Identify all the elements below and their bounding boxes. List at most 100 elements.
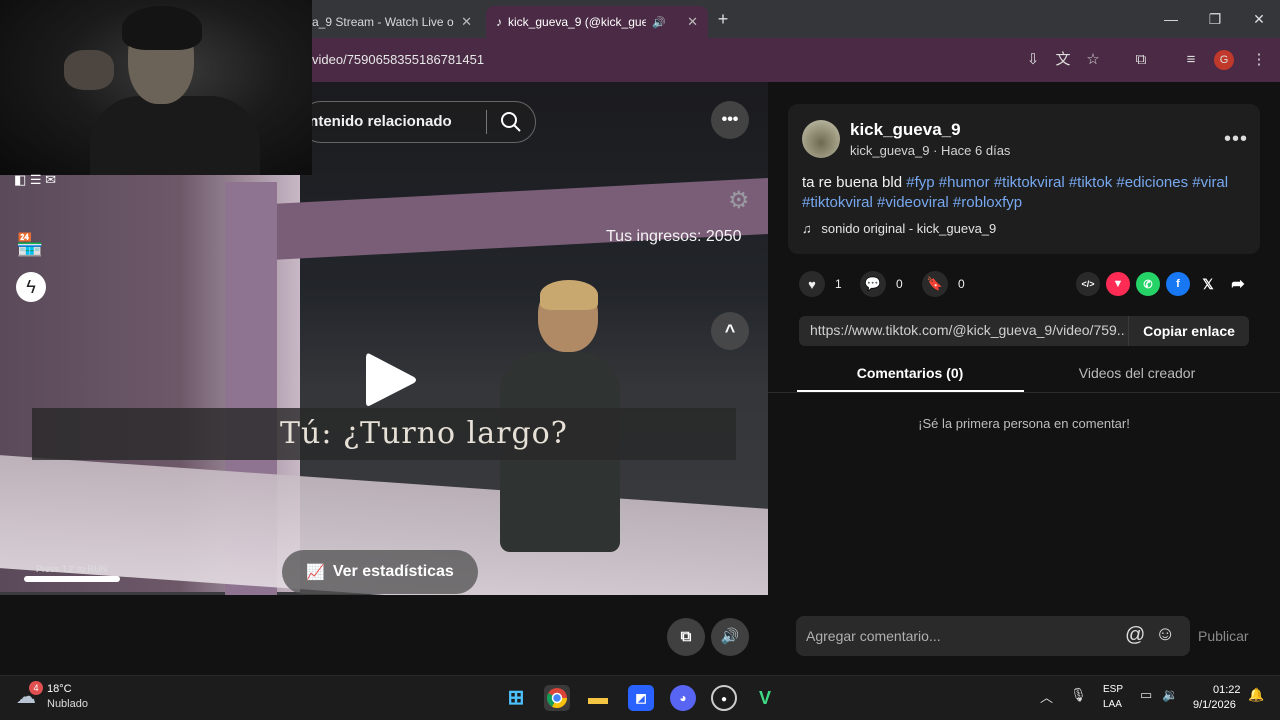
hashtag-link[interactable]: #viral [1192, 174, 1228, 191]
clock-date[interactable]: 9/1/2026 [1193, 699, 1236, 711]
obs-icon[interactable]: ● [711, 685, 737, 711]
tab-comments[interactable]: Comentarios (0) [797, 365, 1023, 381]
speaker-icon[interactable]: 🔊 [652, 16, 666, 29]
profile-avatar[interactable]: G [1214, 50, 1234, 70]
hashtag-link[interactable]: #tiktokviral [802, 194, 873, 211]
related-search-label: ontenido relacionado [300, 113, 452, 130]
notification-icon[interactable]: 🔔 [1248, 687, 1264, 703]
video-more-button[interactable]: ••• [711, 101, 749, 139]
browser-menu-icon[interactable]: ⋮ [1248, 49, 1270, 71]
chrome-icon[interactable] [544, 685, 570, 711]
repost-icon[interactable]: ▼ [1106, 272, 1130, 296]
roblox-icon[interactable]: ◩ [628, 685, 654, 711]
temperature: 18°C [47, 683, 72, 695]
webcam-overlay [0, 0, 312, 175]
hashtag-link[interactable]: #fyp [906, 174, 934, 191]
tab-tiktok-video[interactable]: ♪ kick_gueva_9 (@kick_gueva 🔊 ✕ [486, 6, 708, 38]
tabs-divider [768, 392, 1280, 393]
tray-chevron-icon[interactable]: ︿ [1040, 687, 1053, 706]
hashtag-link[interactable]: #tiktok [1069, 174, 1112, 191]
picture-in-picture-icon[interactable]: ⧉ [667, 618, 705, 656]
volume-tray-icon[interactable]: 🔉 [1162, 687, 1178, 703]
sound-label: sonido original - kick_gueva_9 [821, 221, 997, 236]
video-controls-bar [0, 595, 768, 675]
close-tab-icon[interactable]: ✕ [461, 14, 472, 30]
creator-username[interactable]: kick_gueva_9 [850, 120, 961, 140]
tab-creator-videos[interactable]: Videos del creador [1024, 365, 1250, 381]
income-label: Tus ingresos: 2050 [606, 228, 742, 245]
keyboard-layout[interactable]: LAA [1103, 699, 1122, 710]
comment-button[interactable]: 💬 0 [860, 271, 903, 297]
streamer-torso [90, 96, 260, 175]
new-tab-button[interactable]: + [712, 8, 734, 30]
streamer-hair [122, 6, 202, 50]
previous-video-button[interactable]: ^ [711, 312, 749, 350]
publish-button[interactable]: Publicar [1198, 628, 1249, 644]
embed-icon[interactable]: </> [1076, 272, 1100, 296]
creator-subline: kick_gueva_9 · Hace 6 días [850, 143, 1011, 158]
hashtag-link[interactable]: #tiktokviral [994, 174, 1065, 191]
microphone-icon[interactable]: 🎙 [1070, 687, 1087, 703]
share-arrow-icon[interactable]: ➦ [1226, 272, 1250, 296]
save-button[interactable]: 🔖 0 [922, 271, 965, 297]
hashtag-link[interactable]: #humor [939, 174, 990, 191]
roblox-menu-icon: ◧ ☰ ✉ [14, 172, 57, 187]
language-code[interactable]: ESP [1103, 684, 1123, 695]
facebook-icon[interactable]: f [1166, 272, 1190, 296]
search-icon[interactable] [500, 111, 522, 133]
volume-icon[interactable]: 🔊 [711, 618, 749, 656]
minimize-icon[interactable]: — [1160, 8, 1182, 30]
comment-count: 0 [896, 277, 903, 291]
discord-icon[interactable]: ◕ [670, 685, 696, 711]
tab-kick-stream[interactable]: va_9 Stream - Watch Live o ✕ [296, 6, 482, 38]
view-stats-label: Ver estadísticas [332, 563, 454, 580]
comment-icon: 💬 [860, 271, 886, 297]
weather-description: Nublado [47, 698, 88, 710]
scene-beam [230, 177, 768, 263]
post-caption: ta re buena bld #fyp #humor #tiktokviral… [802, 173, 1242, 213]
display-icon[interactable]: ▭ [1140, 687, 1152, 703]
tab-title: kick_gueva_9 (@kick_gueva [508, 15, 646, 29]
whatsapp-icon[interactable]: ✆ [1136, 272, 1160, 296]
copy-link-button[interactable]: Copiar enlace [1128, 316, 1249, 346]
hashtag-link[interactable]: #robloxfyp [953, 194, 1022, 211]
maximize-icon[interactable]: ❐ [1204, 8, 1226, 30]
caption-text: ta re buena bld [802, 174, 903, 191]
url-field[interactable]: video/7590658355186781451 [312, 52, 484, 67]
extensions-icon[interactable]: ⧉ [1130, 49, 1152, 71]
lightning-icon: ϟ [16, 272, 46, 302]
view-stats-button[interactable]: 📈 Ver estadísticas [282, 550, 478, 594]
hashtag-link[interactable]: #videoviral [877, 194, 949, 211]
empty-comments-message: ¡Sé la primera persona en comentar! [918, 416, 1130, 431]
run-hint: Press 'L2' to RUN [36, 564, 107, 574]
streamer-hand [64, 50, 114, 90]
mention-icon[interactable]: @ [1125, 624, 1145, 647]
translate-icon[interactable]: 文 [1052, 49, 1074, 71]
dialog-text: Tú: ¿Turno largo? [280, 416, 568, 451]
like-count: 1 [835, 277, 842, 291]
bookmark-star-icon[interactable]: ☆ [1082, 49, 1104, 71]
x-twitter-icon[interactable]: 𝕏 [1196, 272, 1220, 296]
emoji-icon[interactable]: ☺ [1155, 623, 1175, 646]
close-window-icon[interactable]: ✕ [1248, 8, 1270, 30]
post-more-icon[interactable]: ••• [1224, 128, 1248, 151]
clock-time[interactable]: 01:22 [1213, 684, 1241, 696]
file-explorer-icon[interactable]: ▬ [585, 685, 611, 711]
install-app-icon[interactable]: ⇩ [1022, 49, 1044, 71]
like-button[interactable]: ♥ 1 [799, 271, 842, 297]
windows-start-icon[interactable]: ⊞ [503, 685, 529, 711]
heart-icon: ♥ [799, 271, 825, 297]
search-divider [486, 110, 487, 134]
video-link-text: https://www.tiktok.com/@kick_gueva_9/vid… [810, 322, 1126, 338]
bookmark-icon: 🔖 [922, 271, 948, 297]
gear-icon: ⚙ [728, 187, 750, 214]
app-v-icon[interactable]: V [752, 685, 778, 711]
media-control-icon[interactable]: ≡ [1180, 49, 1202, 71]
close-tab-icon[interactable]: ✕ [687, 14, 698, 30]
play-icon[interactable] [360, 350, 420, 410]
hashtag-link[interactable]: #ediciones [1116, 174, 1188, 191]
tab-title: va_9 Stream - Watch Live o [306, 15, 454, 29]
creator-avatar[interactable] [802, 120, 840, 158]
tiktok-icon: ♪ [496, 15, 502, 29]
sound-link[interactable]: ♫ sonido original - kick_gueva_9 [802, 221, 996, 236]
